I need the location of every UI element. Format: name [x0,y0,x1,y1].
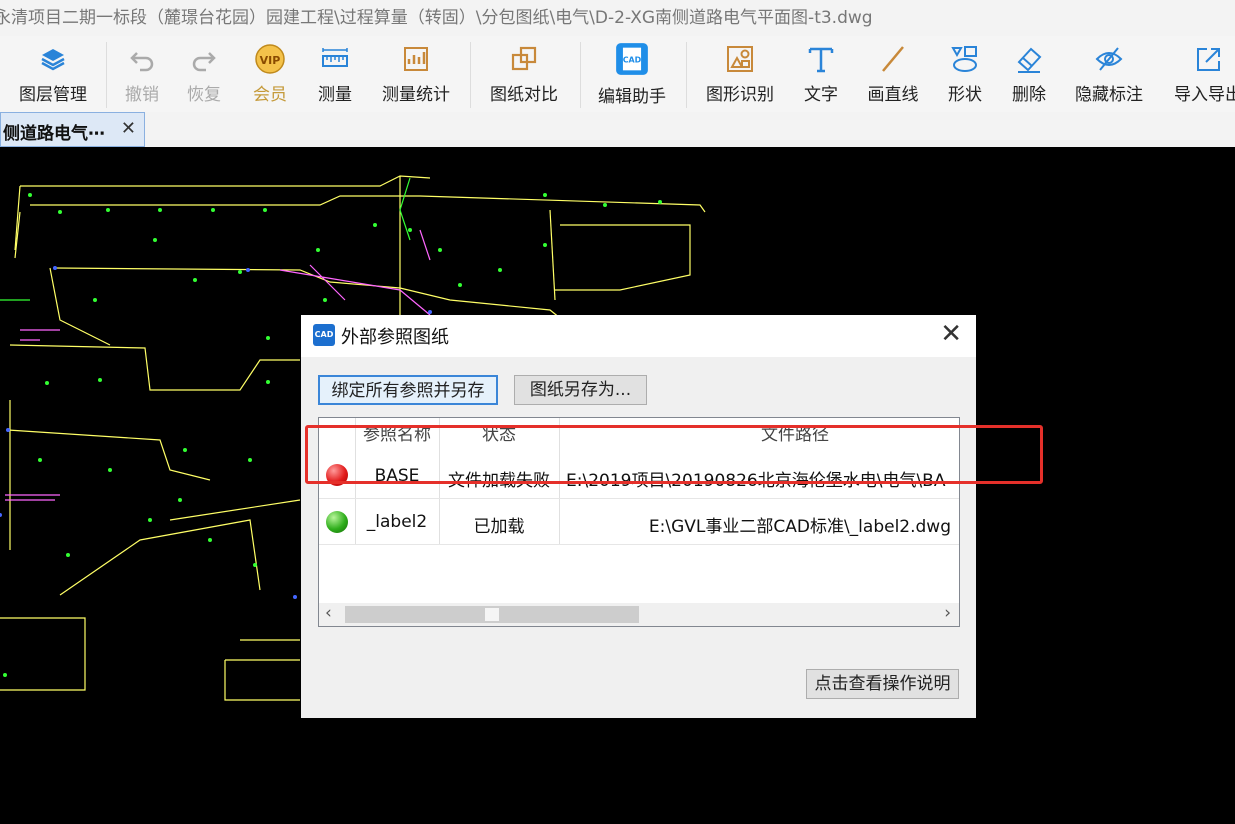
redo-icon [192,52,216,72]
main-toolbar: 图层管理 撤销 恢复 VIP 会员 测量 测量统计 图纸对比 CAD 编辑助手 … [0,36,1235,113]
highlight-annotation-box [305,425,1043,484]
hide-eye-icon [1095,47,1123,71]
toolbar-separator [686,42,687,108]
edit-assistant-label: 编辑助手 [598,87,666,107]
text-label: 文字 [804,85,838,105]
status-ok-icon [326,511,348,533]
reference-name: _label2 [366,512,428,532]
draw-line-button[interactable]: 画直线 [862,36,924,112]
row-divider [319,544,959,545]
redo-button[interactable]: 恢复 [178,36,230,112]
toolbar-separator [106,42,107,108]
dialog-close-icon[interactable]: ✕ [940,319,962,349]
import-export-icon [1197,48,1220,71]
horizontal-scrollbar[interactable]: ‹ › [319,603,959,626]
edit-assistant-button[interactable]: CAD 编辑助手 [592,36,672,112]
layers-icon [41,49,65,71]
row-divider [319,498,959,499]
shapes-button[interactable]: 形状 [940,36,990,112]
save-drawing-as-button[interactable]: 图纸另存为... [514,375,647,405]
cad-edit-icon: CAD [616,43,648,75]
shape-recognize-label: 图形识别 [706,85,774,105]
ruler-icon [322,48,348,67]
eraser-icon [1017,47,1042,73]
delete-label: 删除 [1012,85,1046,105]
vip-label: 会员 [253,85,287,105]
hide-annotation-label: 隐藏标注 [1075,85,1143,105]
drawing-compare-label: 图纸对比 [490,85,558,105]
cad-app-icon: CAD [313,324,335,346]
drawing-compare-button[interactable]: 图纸对比 [482,36,566,112]
svg-text:VIP: VIP [260,54,281,67]
shapes-label: 形状 [948,85,982,105]
document-tab-bar: 侧道路电气⋯ ✕ [0,112,1235,147]
view-instructions-button[interactable]: 点击查看操作说明 [806,669,959,699]
import-export-button[interactable]: 导入导出 [1168,36,1235,112]
undo-button[interactable]: 撤销 [116,36,168,112]
shape-recognize-button[interactable]: 图形识别 [698,36,782,112]
measure-label: 测量 [318,85,352,105]
vip-icon: VIP [255,44,285,74]
reference-status: 已加载 [473,517,525,537]
vip-button[interactable]: VIP 会员 [244,36,296,112]
shapes-icon [951,46,977,72]
window-title: 永清项目二期一标段（麓璟台花园）园建工程\过程算量（转固）\分包图纸\电气\D-… [0,8,873,28]
tab-drawing[interactable]: 侧道路电气⋯ ✕ [0,112,145,147]
svg-text:CAD: CAD [623,55,642,64]
hide-annotation-button[interactable]: 隐藏标注 [1068,36,1150,112]
dialog-title: 外部参照图纸 [341,327,449,348]
import-export-label: 导入导出 [1174,85,1235,105]
measure-button[interactable]: 测量 [308,36,362,112]
scroll-right-icon[interactable]: › [944,603,951,623]
bind-all-references-button[interactable]: 绑定所有参照并另存 [318,375,498,405]
tab-close-icon[interactable]: ✕ [121,118,136,139]
text-button[interactable]: 文字 [798,36,844,112]
measure-stats-button[interactable]: 测量统计 [376,36,456,112]
delete-button[interactable]: 删除 [1004,36,1054,112]
toolbar-separator [470,42,471,108]
scroll-left-icon[interactable]: ‹ [325,603,332,623]
window-title-bar: 永清项目二期一标段（麓璟台花园）园建工程\过程算量（转固）\分包图纸\电气\D-… [0,0,1235,36]
scrollbar-thumb[interactable] [345,606,639,623]
layer-manager-label: 图层管理 [19,85,87,105]
line-icon [882,46,904,72]
draw-line-label: 画直线 [867,85,919,105]
measure-stats-icon [404,47,428,71]
dialog-header: CAD 外部参照图纸 ✕ [301,315,976,357]
external-reference-dialog: CAD 外部参照图纸 ✕ 绑定所有参照并另存 图纸另存为... 参照名称 状态 … [301,315,976,718]
redo-label: 恢复 [187,85,221,105]
undo-label: 撤销 [125,85,159,105]
shape-recognize-icon [727,46,753,72]
toolbar-separator [580,42,581,108]
undo-icon [130,52,154,72]
text-icon [808,47,834,73]
measure-stats-label: 测量统计 [382,85,450,105]
tab-label: 侧道路电气⋯ [3,124,105,144]
layer-manager-button[interactable]: 图层管理 [8,36,98,112]
compare-icon [511,46,537,71]
reference-path: E:\GVL事业二部CAD标准\_label2.dwg [648,517,951,537]
